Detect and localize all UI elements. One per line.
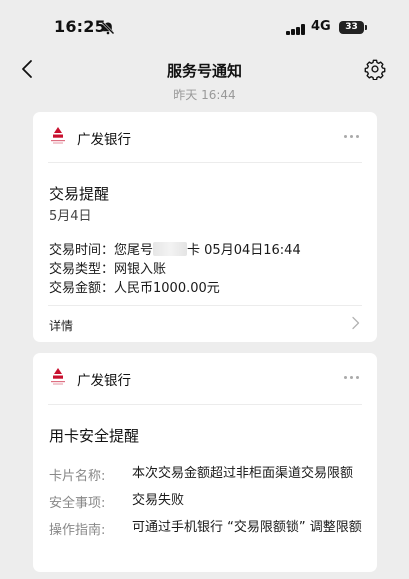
status-time: 16:25 <box>54 17 106 36</box>
divider <box>48 404 362 405</box>
transaction-notice-card[interactable]: 广发银行 交易提醒 5月4日 交易时间：您尾号 卡 05月04日16:44 交易类… <box>33 112 377 342</box>
cgb-logo-icon <box>51 368 65 385</box>
battery-icon: 33 <box>339 21 364 34</box>
row-label-guide: 操作指南: <box>49 523 106 538</box>
chevron-right-icon[interactable] <box>351 316 360 330</box>
row-value-security-item: 交易失败 <box>132 493 185 508</box>
nav-bar: 服务号通知 <box>0 50 409 88</box>
card-header[interactable]: 广发银行 <box>33 112 377 162</box>
screen: 16:25 4G 33 服务号通知 昨天 16:44 广发银行 交易提醒 5月4… <box>0 0 409 579</box>
field-value-suffix: 卡 05月04日16:44 <box>187 243 301 258</box>
cgb-logo-icon <box>51 127 65 144</box>
field-value: 人民币1000.00元 <box>114 281 220 296</box>
field-value: 网银入账 <box>114 262 167 277</box>
more-dots-icon[interactable] <box>343 135 361 139</box>
message-title: 交易提醒 <box>49 185 110 203</box>
field-transaction-amount: 交易金额：人民币1000.00元 <box>49 277 220 296</box>
message-date: 5月4日 <box>49 209 92 224</box>
field-label: 交易金额： <box>49 281 115 296</box>
page-title: 服务号通知 <box>166 62 242 80</box>
status-bar: 16:25 4G 33 <box>0 0 409 50</box>
field-label: 交易时间： <box>49 243 115 258</box>
divider <box>48 162 362 163</box>
row-value-card-name: 本次交易金额超过非柜面渠道交易限额 <box>132 466 354 481</box>
divider <box>48 305 362 306</box>
row-label-security-item: 安全事项: <box>49 496 106 511</box>
field-value-prefix: 您尾号 <box>114 243 154 258</box>
message-timestamp: 昨天 16:44 <box>173 88 236 102</box>
message-title: 用卡安全提醒 <box>49 427 140 445</box>
more-dots-icon[interactable] <box>343 376 361 380</box>
card-header[interactable]: 广发银行 <box>33 353 377 403</box>
masked-card-number <box>153 242 188 256</box>
row-label-card-name: 卡片名称: <box>49 469 106 484</box>
field-label: 交易类型： <box>49 262 115 277</box>
sender-name: 广发银行 <box>77 373 131 389</box>
security-alert-card[interactable]: 广发银行 用卡安全提醒 卡片名称: 本次交易金额超过非柜面渠道交易限额 安全事项… <box>33 353 377 572</box>
network-type: 4G <box>311 19 331 34</box>
bell-slash-icon <box>101 21 115 35</box>
details-link[interactable]: 详情 <box>49 317 73 334</box>
field-transaction-type: 交易类型：网银入账 <box>49 258 166 277</box>
gear-icon[interactable] <box>364 58 386 80</box>
sender-name: 广发银行 <box>77 132 131 148</box>
signal-icon <box>286 24 306 35</box>
battery-tip <box>365 25 367 30</box>
row-value-guide: 可通过手机银行 “交易限额锁” 调整限额 <box>132 520 362 535</box>
field-transaction-time: 交易时间：您尾号 卡 05月04日16:44 <box>49 239 301 258</box>
